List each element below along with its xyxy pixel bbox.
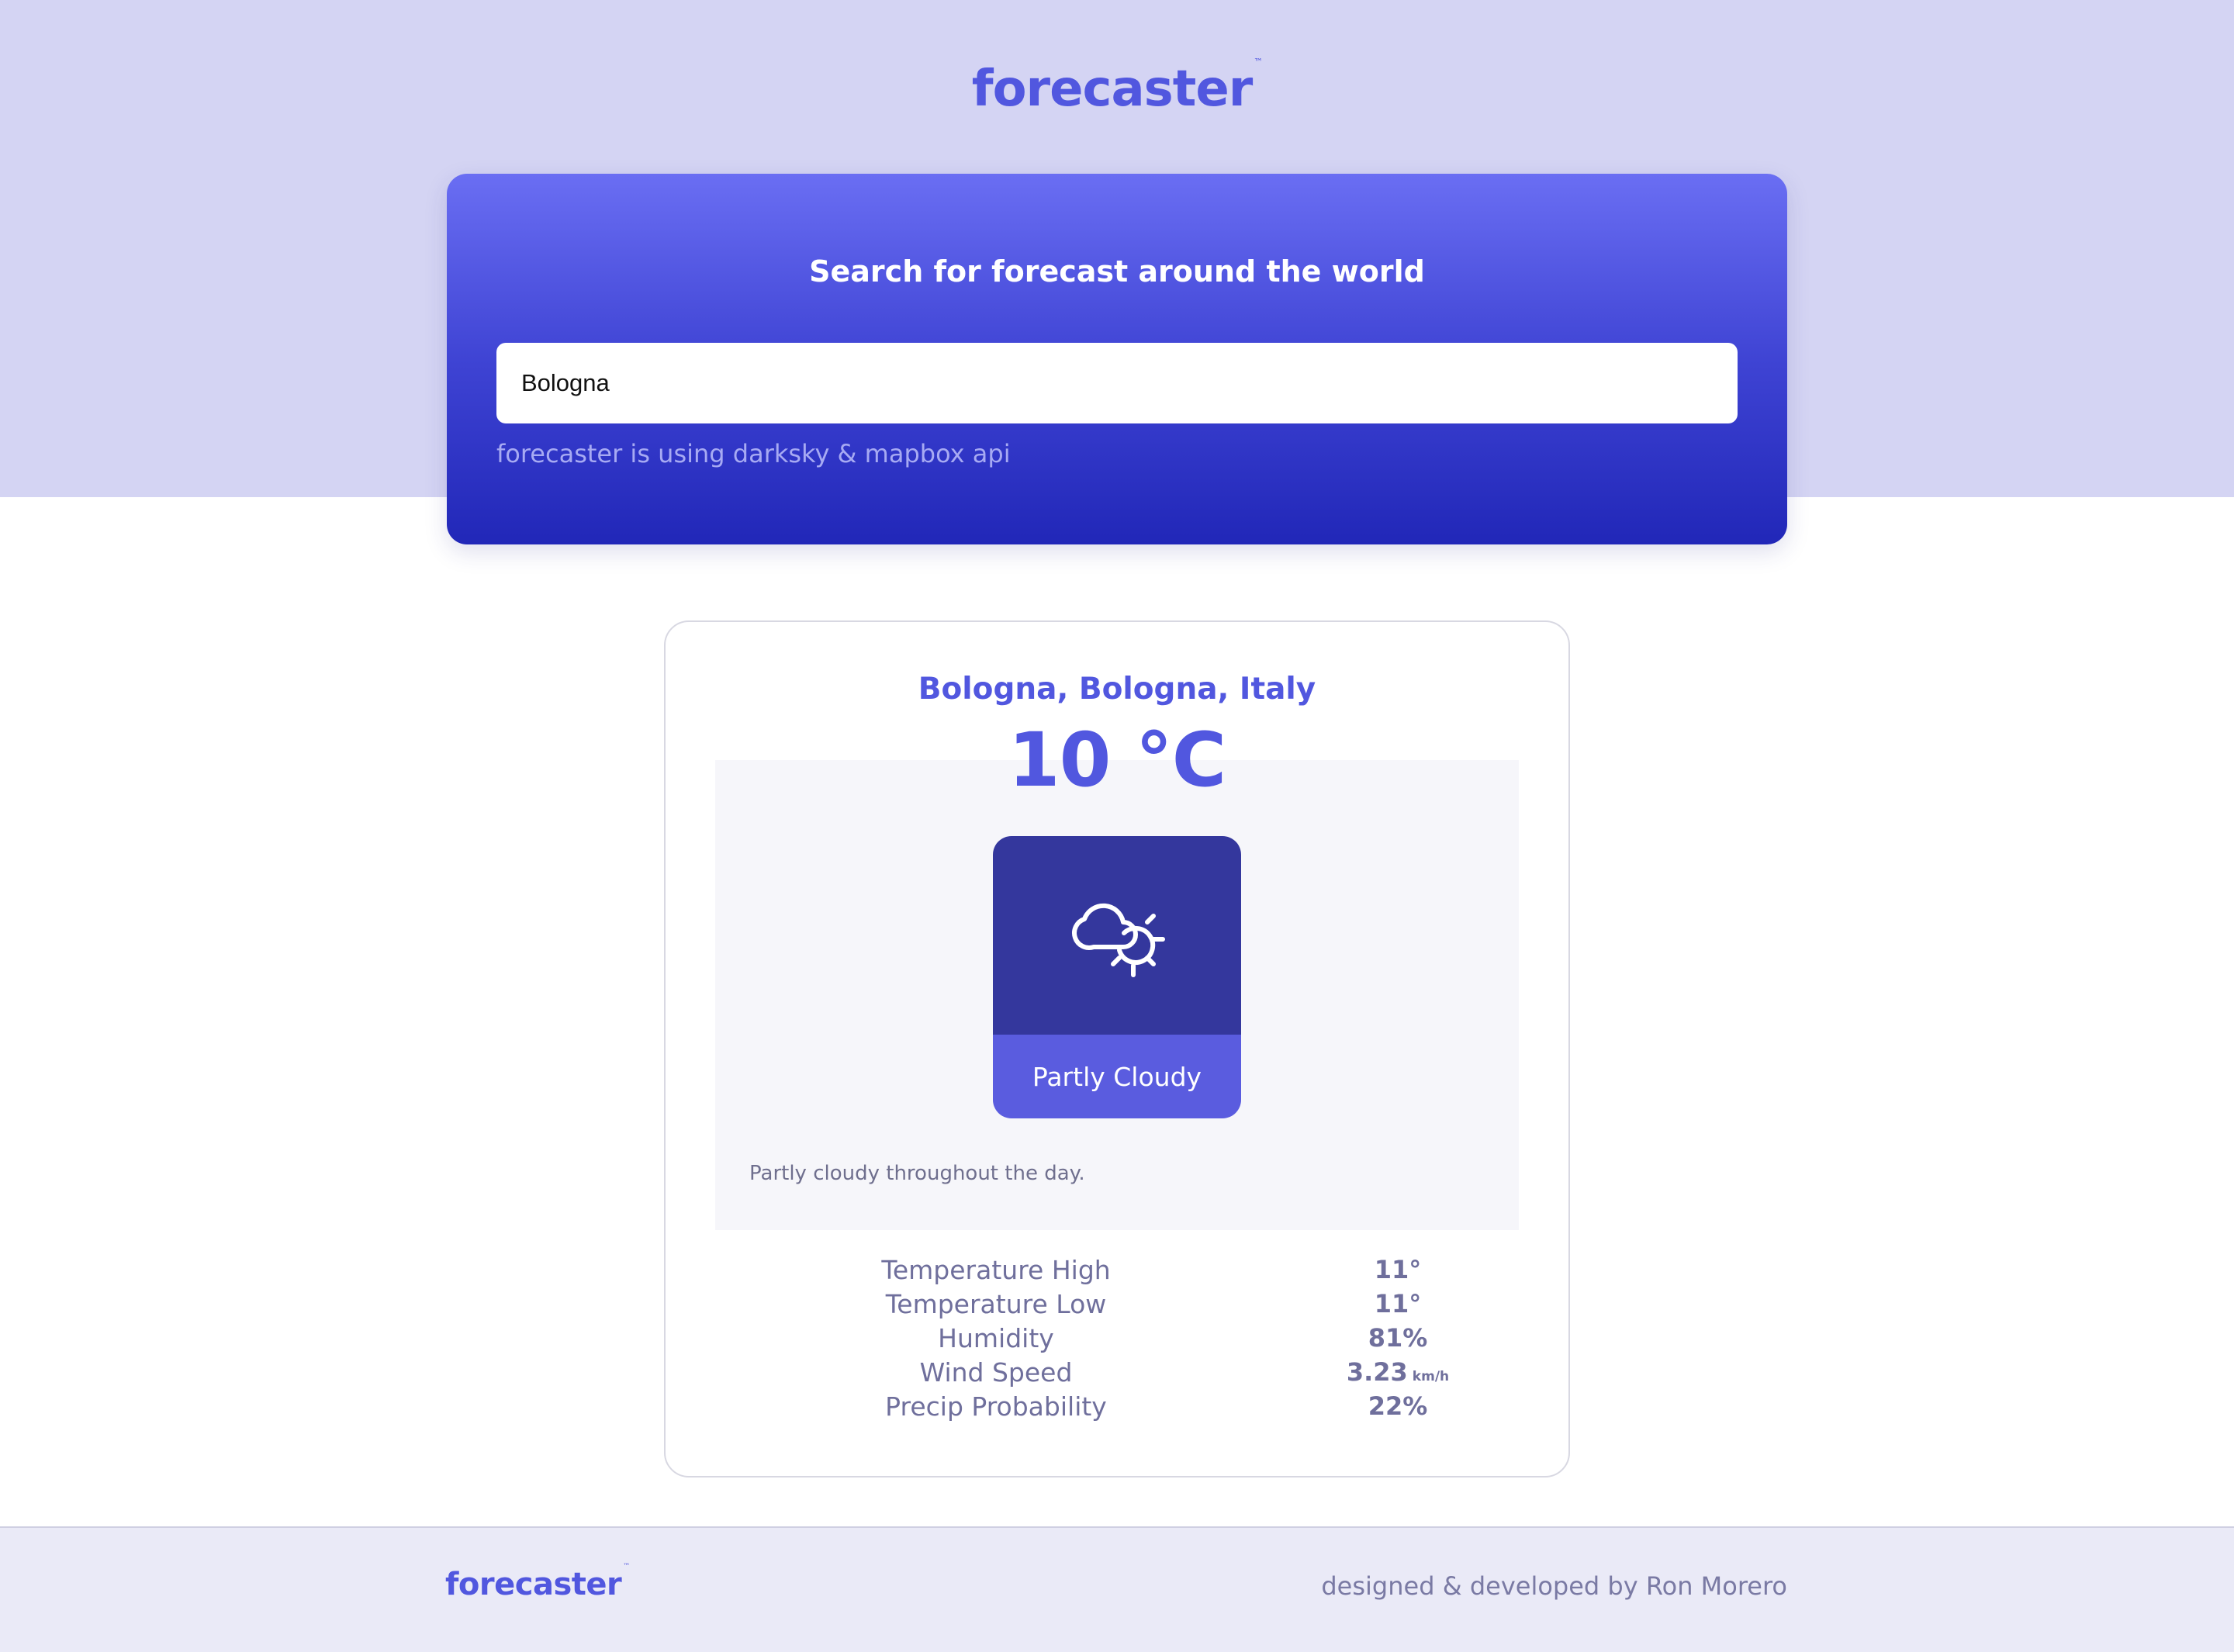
stat-row-humidity: Humidity 81% (0, 1323, 2234, 1357)
partly-cloudy-day-icon (1072, 903, 1165, 977)
search-title: Search for forecast around the world (809, 254, 1425, 289)
stat-value: 22% (1281, 1391, 1514, 1421)
stat-row-precip-probability: Precip Probability 22% (0, 1391, 2234, 1426)
footer-logo-text: forecaster (445, 1567, 622, 1602)
search-input[interactable] (496, 343, 1738, 423)
stat-row-wind-speed: Wind Speed 3.23 km/h (0, 1357, 2234, 1391)
stat-value: 11° (1281, 1289, 1514, 1318)
current-temperature: 10 °C (1008, 717, 1226, 804)
logo-text: forecaster (971, 60, 1254, 118)
stat-value-number: 3.23 (1346, 1357, 1408, 1387)
stat-unit: km/h (1412, 1369, 1450, 1384)
stat-label: Humidity (938, 1323, 1054, 1353)
footer-logo[interactable]: forecaster™ (445, 1563, 630, 1602)
stat-label: Temperature High (881, 1255, 1111, 1285)
footer-logo-trademark: ™ (623, 1562, 630, 1571)
page: forecaster ™ Search for forecast around t… (0, 0, 2234, 1652)
footer (0, 1526, 2234, 1652)
stat-label: Temperature Low (885, 1289, 1107, 1319)
stat-label: Wind Speed (919, 1357, 1073, 1388)
stat-value: 81% (1281, 1323, 1514, 1353)
stat-row-temperature-high: Temperature High 11° (0, 1255, 2234, 1289)
logo[interactable]: forecaster ™ (0, 56, 2234, 118)
logo-trademark: ™ (1254, 56, 1263, 67)
stat-value: 11° (1281, 1255, 1514, 1284)
stat-value-number: 81% (1368, 1323, 1428, 1353)
stat-value-number: 22% (1368, 1391, 1428, 1421)
stat-value-number: 11° (1374, 1255, 1422, 1284)
api-note: forecaster is using darksky & mapbox api (496, 439, 1011, 468)
forecast-summary: Partly cloudy throughout the day. (749, 1162, 1085, 1185)
footer-credit: designed & developed by Ron Morero (1321, 1571, 1787, 1601)
location-title: Bologna, Bologna, Italy (918, 672, 1316, 707)
condition-label: Partly Cloudy (993, 1035, 1241, 1118)
condition-card: Partly Cloudy (993, 836, 1241, 1118)
stat-value-number: 11° (1374, 1289, 1422, 1318)
stat-row-temperature-low: Temperature Low 11° (0, 1289, 2234, 1323)
stat-value: 3.23 km/h (1281, 1357, 1514, 1387)
stat-label: Precip Probability (885, 1391, 1107, 1422)
condition-icon-area (993, 836, 1241, 1035)
